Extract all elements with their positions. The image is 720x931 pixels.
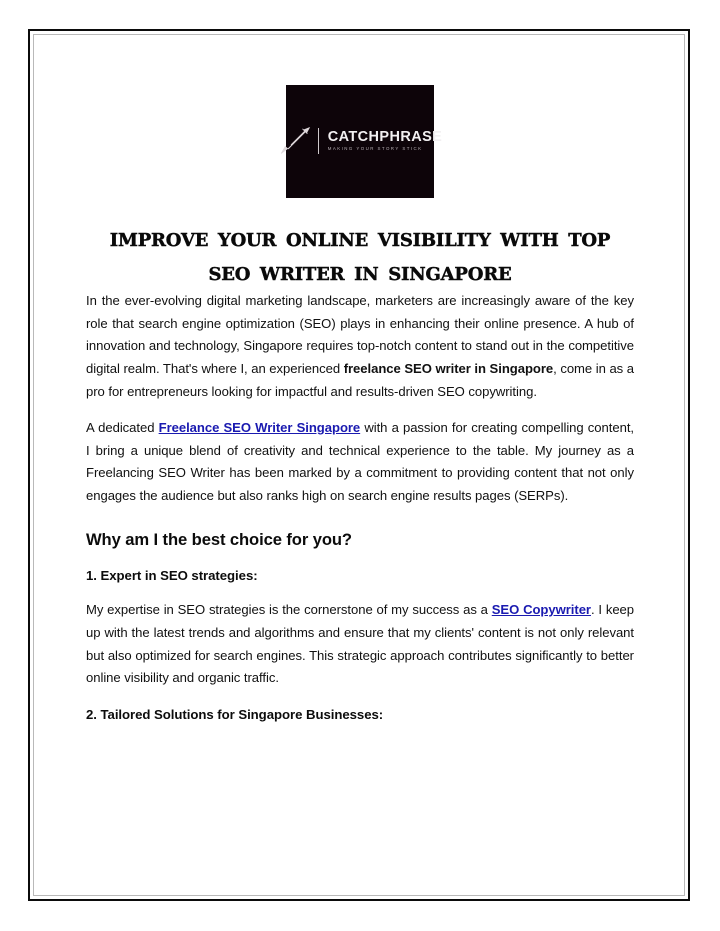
paragraph-expertise: My expertise in SEO strategies is the co…: [86, 599, 634, 690]
hyperlink[interactable]: SEO Copywriter: [492, 602, 591, 617]
logo-divider: [317, 127, 319, 154]
paragraph-dedicated: A dedicated Freelance SEO Writer Singapo…: [86, 417, 634, 508]
logo-text-block: CATCHPHRASE MAKING YOUR STORY STICK: [325, 130, 443, 152]
hyperlink[interactable]: Freelance SEO Writer Singapore: [159, 420, 361, 435]
document-content: CATCHPHRASE MAKING YOUR STORY STICK Impr…: [86, 60, 634, 725]
page-title: Improve Your Online Visibility With Top …: [109, 223, 611, 287]
section-heading: Why am I the best choice for you?: [86, 529, 352, 549]
sub-heading-expert-seo: 1. Expert in SEO strategies:: [86, 568, 258, 584]
logo-container: CATCHPHRASE MAKING YOUR STORY STICK: [86, 85, 634, 198]
logo-inner: CATCHPHRASE MAKING YOUR STORY STICK: [278, 126, 443, 156]
sub-heading-tailored-solutions: 2. Tailored Solutions for Singapore Busi…: [86, 707, 384, 723]
bold-phrase: freelance SEO writer in Singapore: [343, 361, 554, 377]
document-page: CATCHPHRASE MAKING YOUR STORY STICK Impr…: [0, 0, 720, 931]
logo-brand-name: CATCHPHRASE: [327, 128, 443, 145]
text-run: A dedicated: [86, 419, 159, 435]
text-run: My expertise in SEO strategies is the co…: [86, 601, 492, 617]
brand-logo: CATCHPHRASE MAKING YOUR STORY STICK: [280, 85, 442, 198]
paragraph-intro: In the ever-evolving digital marketing l…: [86, 290, 634, 404]
logo-tagline: MAKING YOUR STORY STICK: [327, 146, 423, 152]
pencil-icon: [280, 126, 310, 154]
